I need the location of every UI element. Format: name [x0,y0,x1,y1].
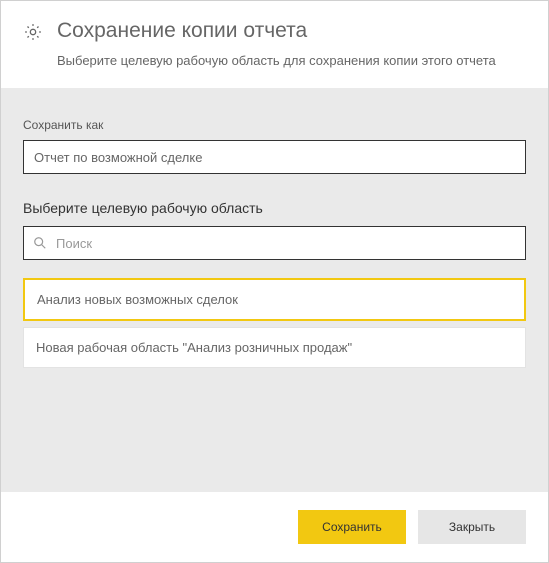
dialog-footer: Сохранить Закрыть [1,492,548,562]
dialog-body: Сохранить как Выберите целевую рабочую о… [1,88,548,492]
save-copy-dialog: Сохранение копии отчета Выберите целевую… [0,0,549,563]
workspace-item[interactable]: Новая рабочая область "Анализ розничных … [23,327,526,368]
dialog-header: Сохранение копии отчета Выберите целевую… [1,1,548,88]
search-wrapper [23,226,526,260]
gear-icon [23,22,43,42]
close-button[interactable]: Закрыть [418,510,526,544]
header-title-row: Сохранение копии отчета [23,19,526,43]
save-button[interactable]: Сохранить [298,510,406,544]
search-input[interactable] [23,226,526,260]
save-as-input[interactable] [23,140,526,174]
workspace-label: Выберите целевую рабочую область [23,200,526,216]
save-as-label: Сохранить как [23,118,526,132]
dialog-title: Сохранение копии отчета [57,19,307,43]
dialog-subtitle: Выберите целевую рабочую область для сох… [57,53,526,68]
workspace-item-selected[interactable]: Анализ новых возможных сделок [23,278,526,321]
workspace-list: Анализ новых возможных сделок Новая рабо… [23,278,526,368]
